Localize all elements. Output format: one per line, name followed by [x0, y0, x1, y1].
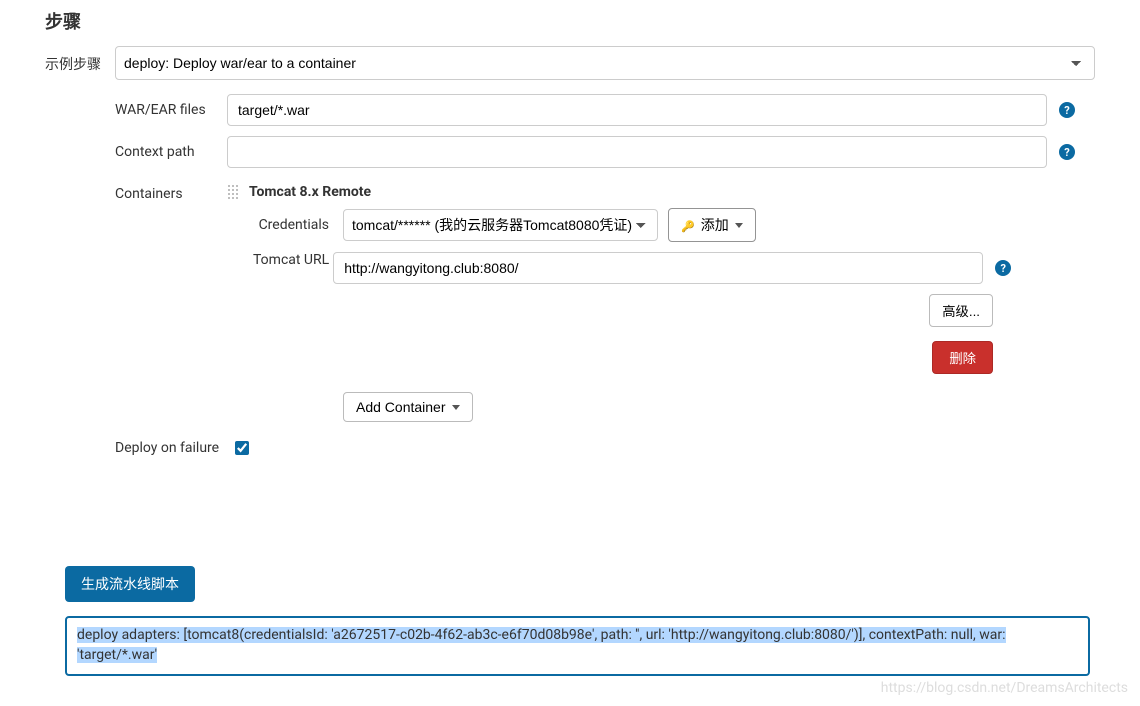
key-icon [681, 217, 695, 233]
caret-down-icon [452, 405, 460, 410]
containers-label: Containers [115, 178, 227, 202]
script-output-text: deploy adapters: [tomcat8(credentialsId:… [77, 627, 1006, 663]
deploy-on-failure-label: Deploy on failure [115, 440, 227, 456]
drag-grip-icon[interactable] [227, 184, 239, 200]
script-output[interactable]: deploy adapters: [tomcat8(credentialsId:… [65, 616, 1090, 676]
watermark: https://blog.csdn.net/DreamsArchitects [881, 680, 1128, 696]
generate-script-button[interactable]: 生成流水线脚本 [65, 566, 195, 602]
delete-button[interactable]: 删除 [932, 341, 993, 374]
tomcat-url-input[interactable] [333, 252, 983, 284]
help-icon[interactable]: ? [1059, 102, 1075, 118]
tomcat-url-label: Tomcat URL [253, 252, 333, 268]
add-container-label: Add Container [356, 399, 446, 415]
container-title: Tomcat 8.x Remote [249, 184, 371, 200]
help-icon[interactable]: ? [1059, 144, 1075, 160]
help-icon[interactable]: ? [995, 260, 1011, 276]
sample-step-label: 示例步骤 [45, 46, 115, 74]
add-container-button[interactable]: Add Container [343, 392, 473, 422]
deploy-on-failure-checkbox[interactable] [235, 441, 249, 455]
war-ear-input[interactable] [227, 94, 1047, 126]
context-path-label: Context path [115, 136, 227, 160]
add-credentials-button[interactable]: 添加 [668, 208, 756, 242]
war-ear-label: WAR/EAR files [115, 94, 227, 118]
caret-down-icon [735, 223, 743, 228]
section-title: 步骤 [45, 0, 1095, 46]
add-credentials-label: 添加 [701, 215, 729, 235]
advanced-button[interactable]: 高级... [929, 294, 993, 327]
credentials-select[interactable]: tomcat/****** (我的云服务器Tomcat8080凭证) [343, 209, 658, 241]
context-path-input[interactable] [227, 136, 1047, 168]
credentials-label: Credentials [253, 217, 333, 233]
sample-step-select[interactable]: deploy: Deploy war/ear to a container [115, 46, 1095, 80]
